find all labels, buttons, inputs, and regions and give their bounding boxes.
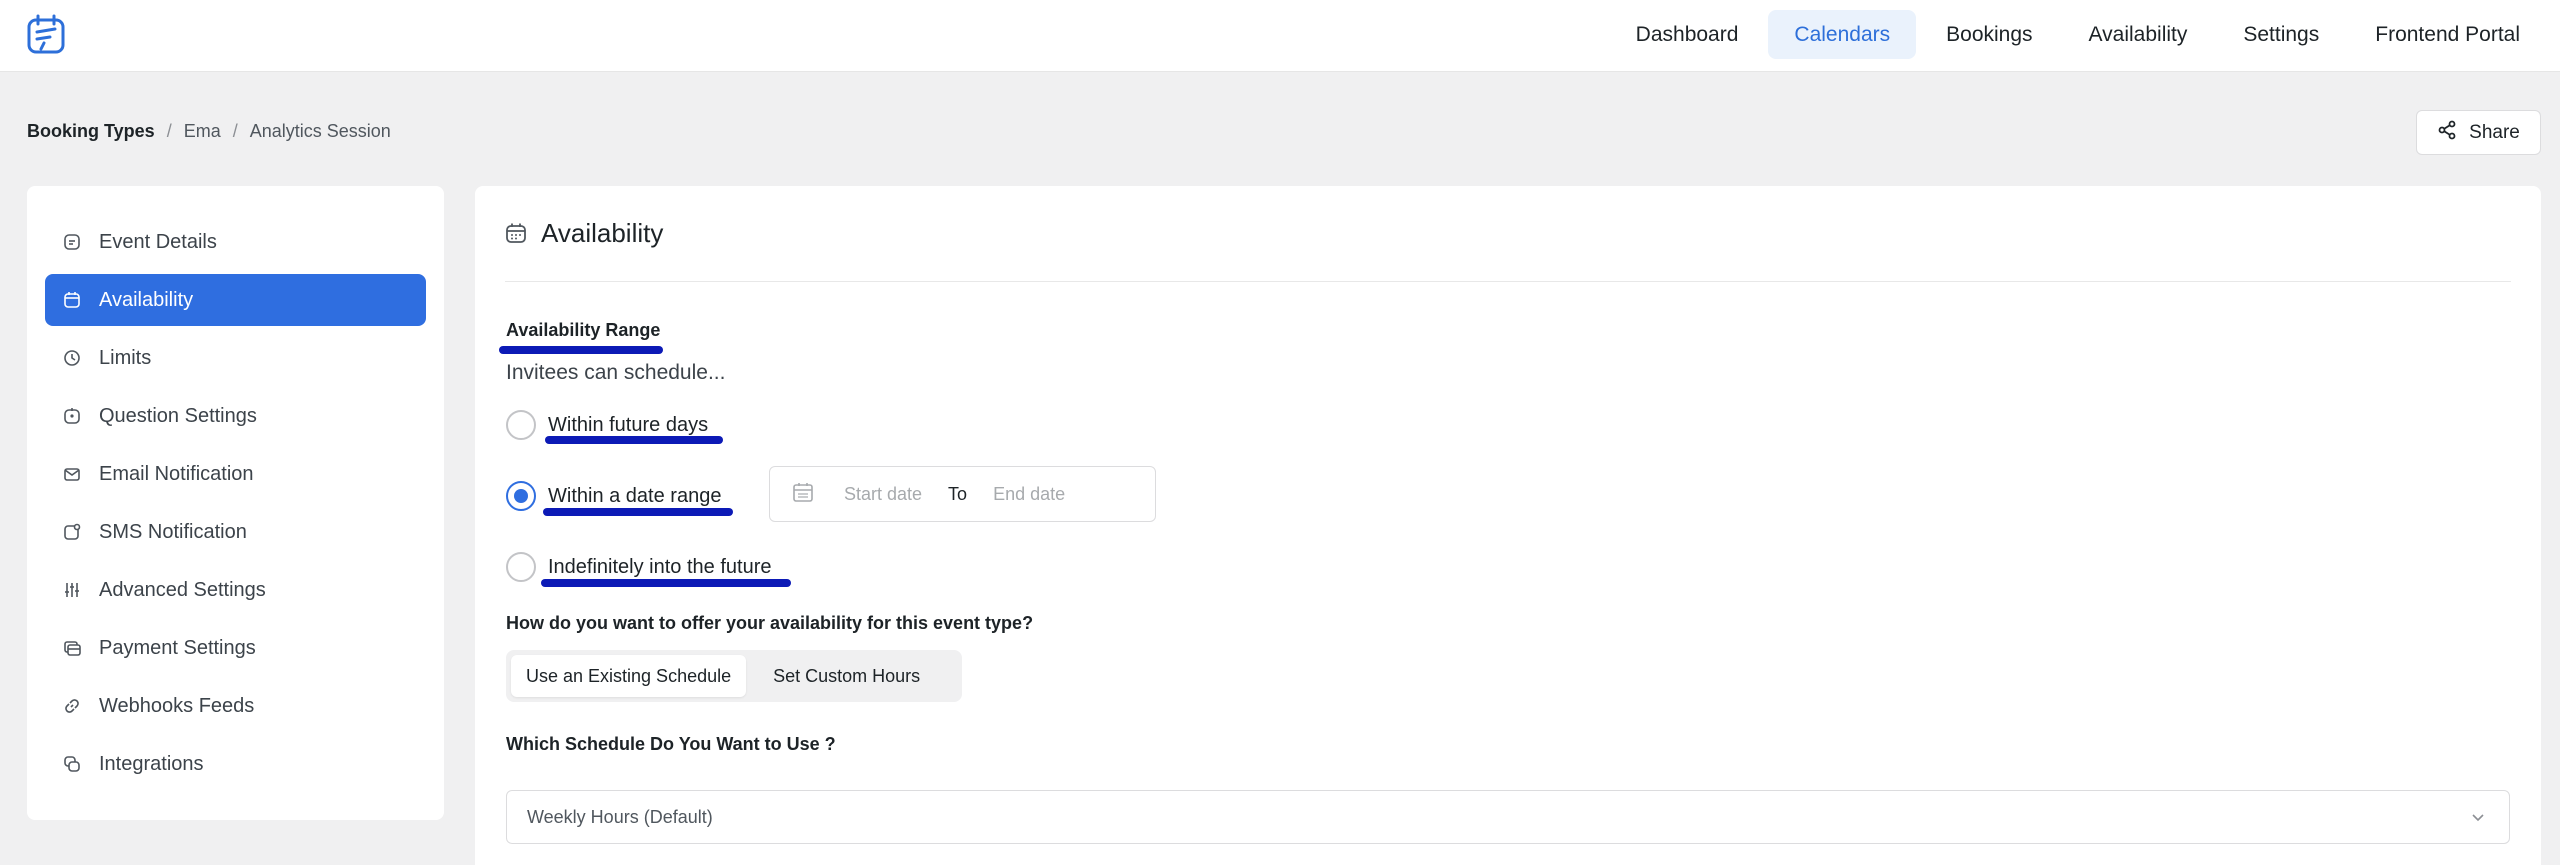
sidebar-item-label: Webhooks Feeds (99, 694, 255, 717)
sidebar-item-label: Availability (99, 288, 194, 311)
breadcrumb-separator: / (232, 121, 238, 141)
date-range-picker[interactable]: Start date To End date (769, 466, 1156, 522)
use-existing-schedule-tab[interactable]: Use an Existing Schedule (511, 655, 747, 697)
page-title: Availability (541, 218, 664, 248)
sidebar-item-limits[interactable]: Limits (45, 332, 426, 384)
start-date-input[interactable]: Start date (844, 484, 922, 505)
nav-settings[interactable]: Settings (2217, 10, 2345, 59)
option-within-date-range[interactable]: Within a date range (506, 481, 721, 511)
clock-icon (63, 349, 81, 367)
which-schedule-question: Which Schedule Do You Want to Use ? (506, 734, 836, 754)
calendar-icon (792, 481, 814, 508)
sidebar-item-payment-settings[interactable]: Payment Settings (45, 622, 426, 674)
top-navbar: Dashboard Calendars Bookings Availabilit… (0, 0, 2560, 72)
date-range-to: To (948, 483, 968, 504)
sms-icon (63, 523, 81, 541)
nav-availability[interactable]: Availability (2063, 10, 2214, 59)
radio-button[interactable] (506, 410, 536, 440)
sliders-icon (63, 581, 81, 599)
sidebar-item-email-notification[interactable]: Email Notification (45, 448, 426, 500)
sidebar-item-webhooks-feeds[interactable]: Webhooks Feeds (45, 680, 426, 732)
end-date-input[interactable]: End date (993, 484, 1065, 505)
set-custom-hours-tab[interactable]: Set Custom Hours (758, 655, 935, 697)
payment-icon (63, 639, 81, 657)
mail-icon (63, 465, 81, 483)
schedule-select-value: Weekly Hours (Default) (527, 806, 713, 827)
nav-calendars[interactable]: Calendars (1768, 10, 1917, 59)
sidebar-item-label: Payment Settings (99, 636, 256, 659)
sidebar-item-label: Event Details (99, 230, 217, 253)
sidebar-item-label: Advanced Settings (99, 578, 266, 601)
chevron-down-icon (2469, 808, 2487, 831)
availability-range-label: Availability Range (506, 320, 661, 340)
sidebar-item-sms-notification[interactable]: SMS Notification (45, 506, 426, 558)
sidebar-item-label: SMS Notification (99, 520, 247, 543)
breadcrumb-booking-types[interactable]: Booking Types (27, 121, 155, 142)
nav-bookings[interactable]: Bookings (1920, 10, 2058, 59)
schedule-select[interactable]: Weekly Hours (Default) (506, 790, 2510, 844)
breadcrumb-current: Analytics Session (249, 121, 391, 141)
calendar-icon (505, 222, 527, 249)
annotation-underline (543, 508, 733, 516)
sidebar-item-event-details[interactable]: Event Details (45, 216, 426, 268)
link-icon (63, 697, 81, 715)
radio-button[interactable] (506, 552, 536, 582)
question-icon (63, 407, 81, 425)
sidebar-item-label: Limits (99, 346, 152, 369)
share-label: Share (2469, 121, 2520, 143)
offer-availability-question: How do you want to offer your availabili… (506, 613, 1034, 633)
schedule-mode-toggle: Use an Existing Schedule Set Custom Hour… (506, 650, 962, 702)
sidebar-item-label: Email Notification (99, 462, 254, 485)
nav-frontend-portal[interactable]: Frontend Portal (2349, 10, 2546, 59)
availability-panel: Availability Availability Range Invitees… (475, 186, 2541, 865)
radio-button[interactable] (506, 481, 536, 511)
app-logo-icon[interactable] (26, 14, 68, 56)
sidebar-item-integrations[interactable]: Integrations (45, 738, 426, 790)
sidebar-item-availability[interactable]: Availability (45, 274, 426, 326)
share-icon (2437, 120, 2469, 146)
sidebar-item-question-settings[interactable]: Question Settings (45, 390, 426, 442)
event-details-icon (63, 233, 81, 251)
calendar-icon (63, 291, 81, 309)
nav-dashboard[interactable]: Dashboard (1610, 10, 1765, 59)
sidebar-item-label: Integrations (99, 752, 204, 775)
annotation-underline (499, 346, 663, 354)
panel-header: Availability (505, 216, 2511, 282)
radio-label: Indefinitely into the future (548, 555, 772, 578)
radio-label: Within future days (548, 413, 709, 436)
sidebar-item-label: Question Settings (99, 404, 257, 427)
annotation-underline (541, 579, 791, 587)
annotation-underline (545, 436, 723, 444)
main-nav: Dashboard Calendars Bookings Availabilit… (1606, 10, 2560, 59)
option-indefinitely[interactable]: Indefinitely into the future (506, 552, 771, 582)
settings-sidebar: Event Details Availability Limits Questi… (27, 186, 444, 820)
radio-label: Within a date range (548, 484, 722, 507)
breadcrumb-ema[interactable]: Ema (184, 121, 221, 142)
sidebar-item-advanced-settings[interactable]: Advanced Settings (45, 564, 426, 616)
invitees-text: Invitees can schedule... (506, 361, 726, 384)
share-button[interactable]: Share (2416, 110, 2541, 155)
breadcrumb: Booking Types / Ema / Analytics Session (27, 121, 391, 142)
breadcrumb-separator: / (166, 121, 172, 141)
integrations-icon (63, 755, 81, 773)
